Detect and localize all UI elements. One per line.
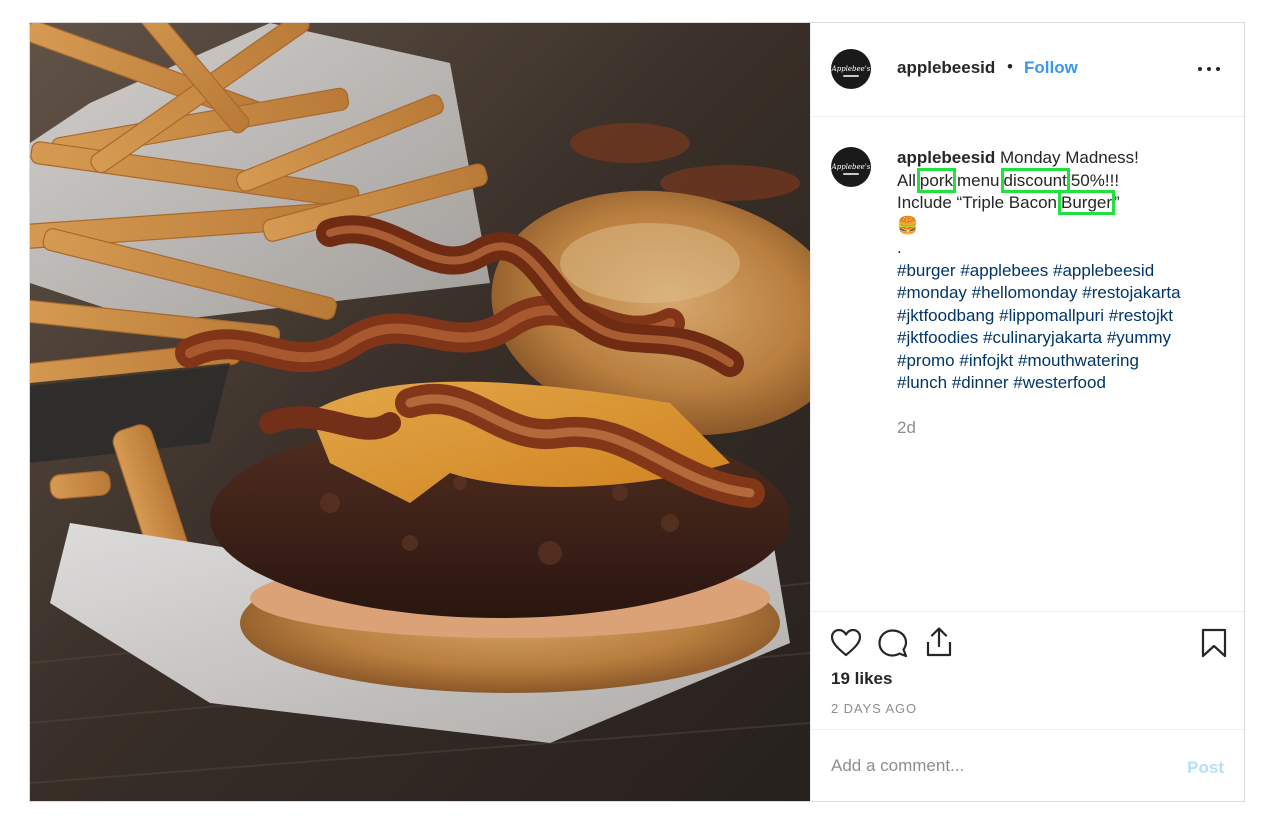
caption-text: All — [897, 170, 916, 190]
hashtag-link[interactable]: #jktfoodbang — [897, 306, 994, 325]
applebees-logo: Applebee's — [831, 162, 871, 171]
comment-box: Post — [811, 729, 1244, 801]
caption-line-3: Include “Triple Bacon Burger” — [897, 190, 1242, 215]
actions-section: 19 likes 2 DAYS AGO — [811, 611, 1244, 730]
post-sidebar: Applebee's applebeesid • Follow Applebee… — [810, 23, 1244, 801]
share-icon[interactable] — [924, 626, 954, 658]
caption-text: ” — [1114, 193, 1120, 212]
applebees-logo: Applebee's — [831, 64, 871, 73]
comment-icon[interactable] — [878, 629, 908, 659]
logo-underline — [843, 173, 859, 175]
avatar[interactable]: Applebee's — [831, 49, 871, 89]
hashtag-line: #monday #hellomonday #restojakarta — [897, 282, 1242, 305]
hashtag-line: #jktfoodies #culinaryjakarta #yummy — [897, 327, 1242, 350]
post-comment-button[interactable]: Post — [1187, 758, 1224, 778]
hashtag-link[interactable]: #jktfoodies — [897, 328, 978, 347]
hashtag-link[interactable]: #infojkt — [959, 351, 1013, 370]
hashtag-link[interactable]: #promo — [897, 351, 955, 370]
caption-dot-line: . — [897, 238, 902, 257]
heart-icon[interactable] — [831, 629, 861, 657]
more-options-icon[interactable] — [1198, 67, 1220, 73]
hashtag-link[interactable]: #restojakarta — [1082, 283, 1180, 302]
hashtag-link[interactable]: #applebees — [960, 261, 1048, 280]
logo-underline — [843, 75, 859, 77]
hashtag-line: #promo #infojkt #mouthwatering — [897, 350, 1242, 373]
caption-avatar[interactable]: Applebee's — [831, 147, 871, 187]
hashtag-line: #jktfoodbang #lippomallpuri #restojkt — [897, 305, 1242, 328]
caption-text: Include “Triple Bacon — [897, 193, 1058, 212]
highlight-pork: pork — [916, 167, 956, 193]
hashtag-link[interactable]: #lippomallpuri — [999, 306, 1104, 325]
post-date[interactable]: 2 DAYS AGO — [831, 701, 917, 716]
hashtag-line: #lunch #dinner #westerfood — [897, 372, 1242, 395]
bookmark-icon[interactable] — [1201, 628, 1227, 658]
hashtag-link[interactable]: #monday — [897, 283, 967, 302]
highlight-discount: discount — [1000, 167, 1070, 193]
caption-line-1: applebeesid Monday Madness! — [897, 147, 1242, 170]
hashtag-link[interactable]: #dinner — [952, 373, 1009, 392]
likes-count[interactable]: 19 likes — [831, 669, 892, 689]
separator-dot: • — [1007, 57, 1013, 76]
hashtag-link[interactable]: #applebeesid — [1053, 261, 1154, 280]
hashtag-link[interactable]: #westerfood — [1013, 373, 1106, 392]
highlight-burger: Burger — [1058, 190, 1116, 215]
hashtags: #burger #applebees #applebeesid #monday #… — [897, 260, 1242, 395]
caption-text: Monday Madness! — [1000, 148, 1139, 167]
follow-button[interactable]: Follow — [1024, 58, 1078, 78]
hashtag-link[interactable]: #hellomonday — [972, 283, 1078, 302]
post-header: Applebee's applebeesid • Follow — [811, 23, 1244, 117]
hashtag-link[interactable]: #mouthwatering — [1018, 351, 1139, 370]
hashtag-link[interactable]: #yummy — [1107, 328, 1171, 347]
caption-text: 50%!!! — [1070, 170, 1120, 190]
more-dot — [1198, 67, 1202, 71]
post-caption: applebeesid Monday Madness! All pork menu d… — [897, 147, 1242, 395]
burger-photo-illustration — [30, 23, 810, 801]
caption-username[interactable]: applebeesid — [897, 148, 995, 167]
comment-input[interactable] — [831, 754, 1161, 778]
burger-emoji: 🍔 — [897, 215, 919, 235]
hashtag-link[interactable]: #lunch — [897, 373, 947, 392]
hashtag-link[interactable]: #restojkt — [1109, 306, 1173, 325]
more-dot — [1207, 67, 1211, 71]
header-username[interactable]: applebeesid — [897, 58, 995, 78]
comment-time[interactable]: 2d — [897, 418, 916, 438]
hashtag-link[interactable]: #culinaryjakarta — [983, 328, 1102, 347]
post-card: Applebee's applebeesid • Follow Applebee… — [29, 22, 1245, 802]
caption-line-2: All pork menu discount 50%!!! — [897, 167, 1242, 193]
caption-text: menu — [956, 170, 1000, 190]
caption-section: Applebee's applebeesid Monday Madness! A… — [811, 117, 1244, 611]
more-dot — [1216, 67, 1220, 71]
hashtag-link[interactable]: #burger — [897, 261, 956, 280]
post-photo[interactable] — [30, 23, 810, 801]
hashtag-line: #burger #applebees #applebeesid — [897, 260, 1242, 283]
